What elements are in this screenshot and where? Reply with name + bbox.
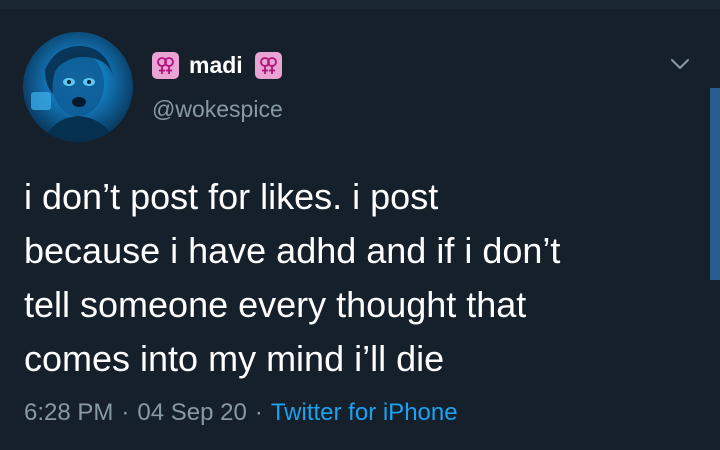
- tweet-text-line: comes into my mind i’ll die: [24, 338, 445, 379]
- tweet-text-line: because i have adhd and if i don’t: [24, 230, 561, 271]
- display-name[interactable]: madi: [189, 52, 243, 79]
- avatar[interactable]: [23, 32, 133, 142]
- tweet-date[interactable]: 04 Sep 20: [137, 399, 246, 426]
- female-sign-icon: [254, 51, 282, 79]
- tweet-metadata: 6:28 PM · 04 Sep 20 · Twitter for iPhone: [24, 399, 458, 427]
- tweet-text-line: i don’t post for likes. i post: [24, 176, 439, 217]
- tweet-text-line: tell someone every thought that: [24, 284, 527, 325]
- separator: ·: [254, 399, 263, 426]
- separator: ·: [121, 399, 130, 426]
- scrollbar[interactable]: [710, 88, 720, 280]
- user-handle[interactable]: @wokespice: [152, 96, 283, 123]
- top-divider: [0, 0, 720, 9]
- tweet-text: i don’t post for likes. i post because i…: [24, 170, 694, 386]
- female-sign-icon: [152, 51, 179, 79]
- author-name-row[interactable]: madi: [152, 50, 282, 80]
- tweet-source-link[interactable]: Twitter for iPhone: [271, 399, 458, 426]
- tweet-time[interactable]: 6:28 PM: [24, 399, 113, 426]
- chevron-down-icon[interactable]: [666, 50, 694, 78]
